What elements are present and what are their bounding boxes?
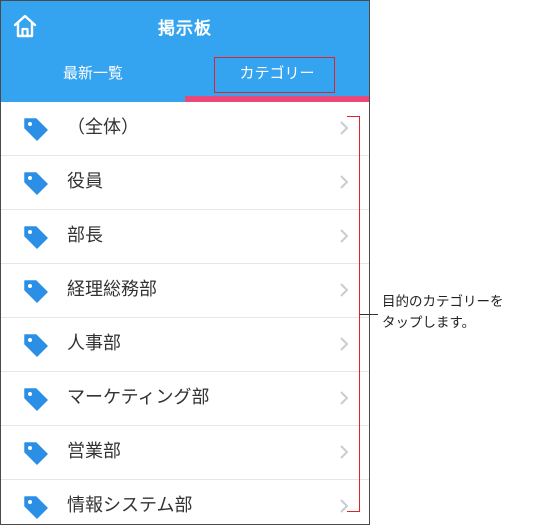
category-label: （全体） (67, 117, 139, 138)
category-label: 人事部 (67, 333, 121, 354)
tag-icon (24, 172, 48, 195)
category-tab-highlight-box (214, 57, 335, 93)
tag-icon (24, 334, 48, 357)
category-label: 情報システム部 (67, 495, 193, 516)
category-label: 営業部 (67, 441, 121, 462)
mobile-screen: 掲示板 最新一覧 カテゴリー （全体） 役員 部長 経理総務部 人事部 マーケテ… (0, 0, 370, 525)
category-row-it[interactable]: 情報システム部 (1, 480, 369, 524)
category-list-bracket (347, 116, 360, 512)
page-title: 掲示板 (158, 19, 212, 39)
category-row-all[interactable]: （全体） (1, 102, 369, 156)
tag-icon (24, 226, 48, 249)
category-label: 役員 (67, 171, 103, 192)
annotation-line-1: 目的のカテゴリーを (382, 294, 504, 310)
annotation-text: 目的のカテゴリーを タップします。 (382, 292, 542, 334)
category-row-sales[interactable]: 営業部 (1, 426, 369, 480)
category-row-accounting[interactable]: 経理総務部 (1, 264, 369, 318)
tag-icon (24, 118, 48, 141)
category-row-executives[interactable]: 役員 (1, 156, 369, 210)
category-label: 経理総務部 (67, 279, 157, 300)
tag-icon (24, 442, 48, 465)
category-label: 部長 (67, 225, 103, 246)
screenshot-canvas: 掲示板 最新一覧 カテゴリー （全体） 役員 部長 経理総務部 人事部 マーケテ… (0, 0, 550, 525)
annotation-connector-line (360, 314, 378, 315)
tab-latest[interactable]: 最新一覧 (1, 51, 185, 95)
category-list: （全体） 役員 部長 経理総務部 人事部 マーケティング部 営業部 情報システム… (1, 102, 369, 524)
category-row-hr[interactable]: 人事部 (1, 318, 369, 372)
category-row-managers[interactable]: 部長 (1, 210, 369, 264)
tag-icon (24, 280, 48, 303)
tag-icon (24, 388, 48, 411)
app-header: 掲示板 最新一覧 カテゴリー (1, 1, 369, 102)
tag-icon (24, 496, 48, 519)
category-label: マーケティング部 (67, 387, 210, 408)
category-row-marketing[interactable]: マーケティング部 (1, 372, 369, 426)
annotation-line-2: タップします。 (382, 315, 476, 331)
